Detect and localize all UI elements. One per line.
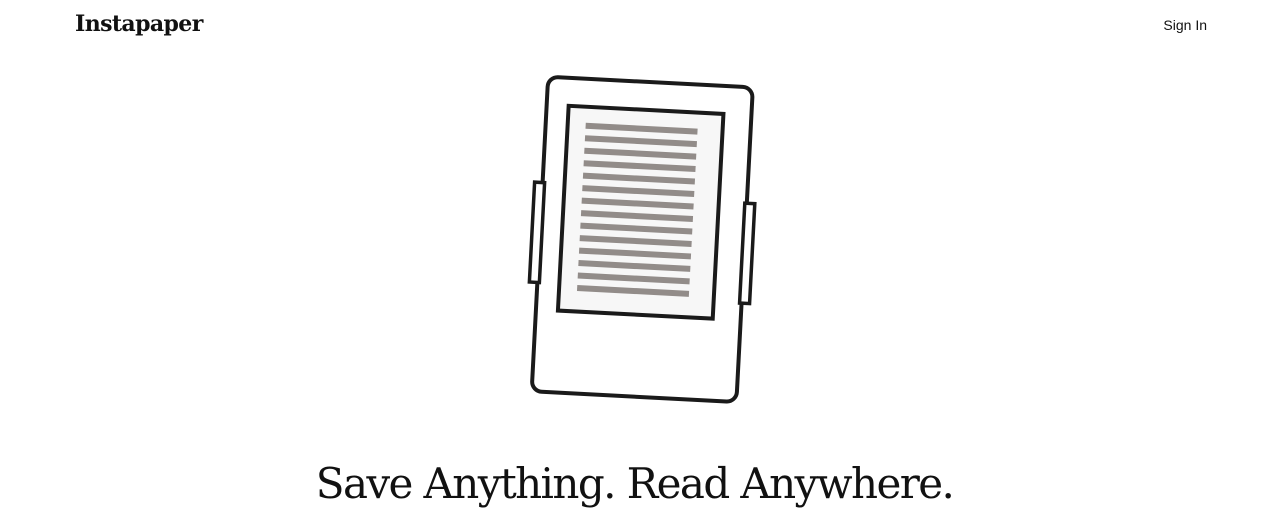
site-header: Instapaper Sign In xyxy=(0,0,1269,52)
sign-in-link[interactable]: Sign In xyxy=(1163,16,1207,34)
instapaper-logo[interactable]: Instapaper xyxy=(75,9,203,39)
hero-headline: Save Anything. Read Anywhere. xyxy=(315,459,955,508)
e-reader-icon xyxy=(520,70,770,415)
